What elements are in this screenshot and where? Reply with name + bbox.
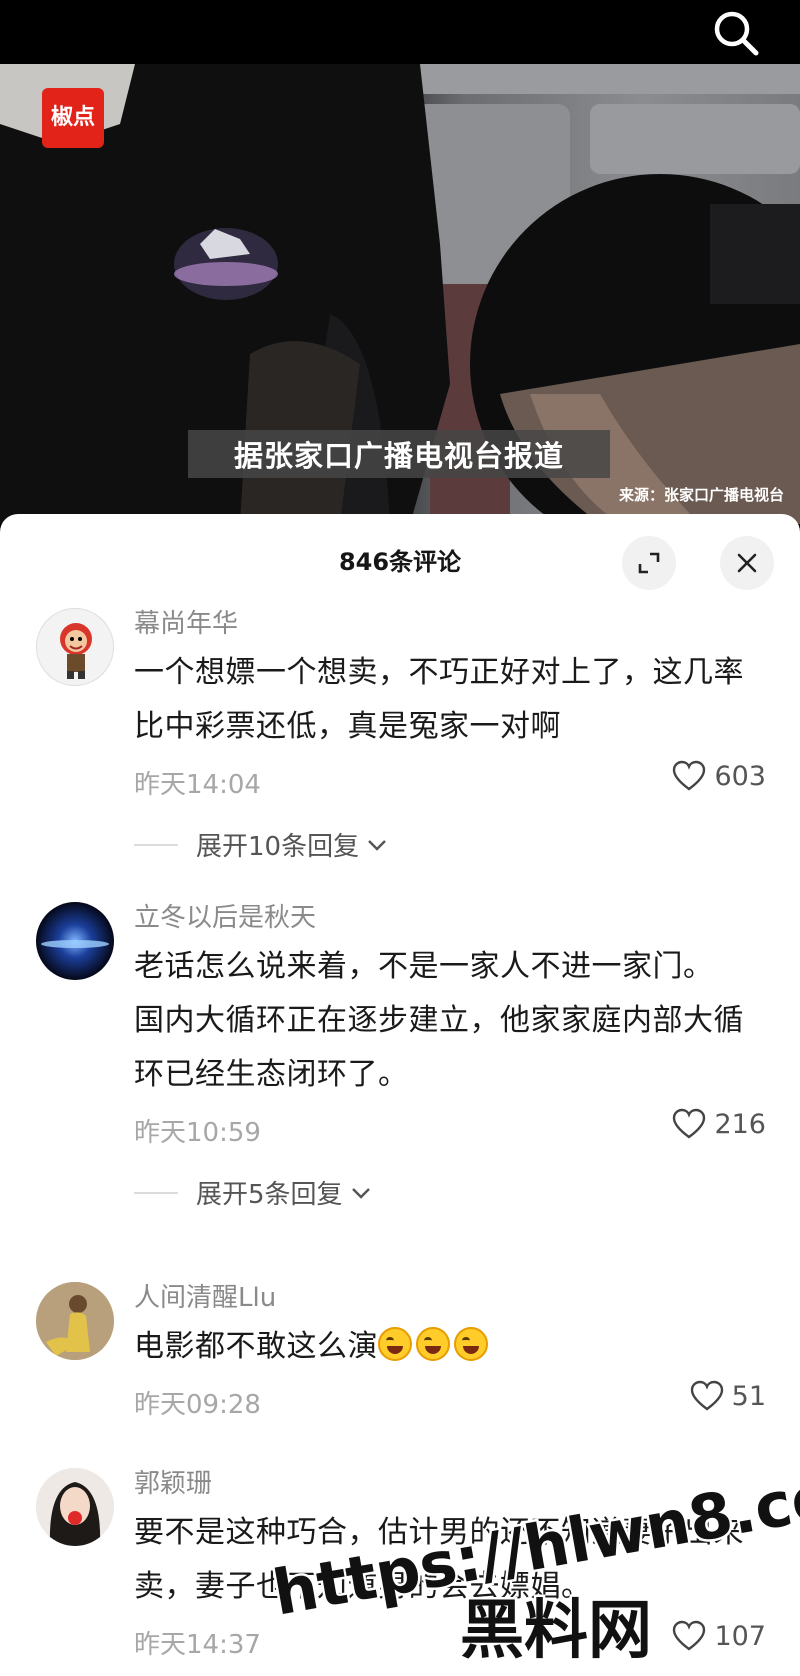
galaxy-avatar-icon [41, 940, 109, 948]
comment-text: 老话怎么说来着，不是一家人不进一家门。 [134, 949, 714, 984]
video-player[interactable]: 椒点 据张家口广播电视台报道 来源：张家口广播电视台 [0, 64, 800, 524]
comment-text: 电影都不敢这么演 [134, 1320, 766, 1374]
comment-username[interactable]: 立冬以后是秋天 [134, 900, 766, 936]
avatar[interactable] [36, 608, 114, 686]
comment-count-title: 846条评论 [338, 548, 462, 576]
sheet-header: 846条评论 [0, 514, 800, 606]
avatar[interactable] [36, 1468, 114, 1546]
comment-meta: 昨天10:59 216 [134, 1104, 766, 1156]
replies-text: 展开10条回复 [196, 832, 360, 862]
laughing-emoji-icon [378, 1327, 412, 1361]
comment-item: 郭颖珊 要不是这种巧合，估计男的还不知道妻子出来卖，妻子也不知道男的会去嫖娼。 … [0, 1466, 800, 1676]
photo-avatar-icon [36, 1282, 114, 1360]
comment-text: 一个想嫖一个想卖，不巧正好对上了，这几率比中彩票还低，真是冤家一对啊 [134, 655, 744, 744]
comment-text-body: 电影都不敢这么演 [134, 1329, 378, 1364]
chevron-down-icon [351, 1187, 370, 1199]
like-count: 51 [731, 1380, 766, 1412]
comment-time: 昨天09:28 [134, 1390, 261, 1420]
comment-username[interactable]: 郭颖珊 [134, 1466, 766, 1502]
top-bar [0, 0, 800, 64]
chevron-down-icon [368, 839, 386, 851]
heart-icon [690, 1380, 723, 1411]
comment-meta: 昨天14:37 107 [134, 1616, 766, 1668]
expand-replies-label[interactable]: 展开10条回复 [196, 826, 387, 863]
like-button[interactable]: 216 [672, 1108, 766, 1140]
comment-item: 幕尚年华 一个想嫖一个想卖，不巧正好对上了，这几率比中彩票还低，真是冤家一对啊 … [0, 606, 800, 900]
like-button[interactable]: 51 [690, 1380, 766, 1412]
comment-text: 要不是这种巧合，估计男的还不知道妻子出来卖，妻子也不知道男的会去嫖娼。 [134, 1515, 744, 1604]
photo-avatar-icon [36, 1468, 114, 1546]
avatar[interactable] [36, 902, 114, 980]
comment-username[interactable]: 幕尚年华 [134, 606, 766, 642]
replies-text: 展开5条回复 [196, 1180, 343, 1210]
avatar[interactable] [36, 1282, 114, 1360]
divider [134, 844, 178, 846]
close-icon [737, 553, 757, 573]
comment-time: 昨天14:37 [134, 1630, 261, 1660]
laughing-emoji-icon [454, 1327, 488, 1361]
cartoon-avatar-icon [60, 623, 92, 679]
video-caption: 据张家口广播电视台报道 [188, 430, 610, 478]
comment-time: 昨天14:04 [134, 770, 261, 800]
divider [134, 1192, 178, 1194]
comment-meta: 昨天09:28 51 [134, 1376, 766, 1428]
expand-replies-label[interactable]: 展开5条回复 [196, 1174, 371, 1211]
laughing-emoji-icon [416, 1327, 450, 1361]
comments-sheet: 846条评论 幕尚年华 一个想嫖一个想卖，不巧正好对上了，这几率比中彩票还低，真… [0, 514, 800, 1676]
comment-text-line2: 国内大循环正在逐步建立，他家家庭内部大循环已经生态闭环了。 [134, 1003, 744, 1092]
search-icon [714, 11, 759, 56]
comment-username[interactable]: 人间清醒Llu [134, 1280, 766, 1316]
like-button[interactable]: 603 [672, 760, 766, 792]
expand-icon [638, 552, 660, 574]
channel-logo: 椒点 [42, 88, 104, 148]
video-source: 来源：张家口广播电视台 [618, 486, 784, 504]
search-button[interactable] [710, 8, 764, 58]
expand-replies[interactable]: 展开5条回复 [134, 1162, 766, 1224]
like-count: 603 [714, 760, 766, 792]
heart-icon [673, 1620, 706, 1651]
heart-icon [673, 760, 706, 791]
close-button[interactable] [720, 536, 774, 590]
like-button[interactable]: 107 [672, 1620, 766, 1652]
comment-item: 立冬以后是秋天 老话怎么说来着，不是一家人不进一家门。 国内大循环正在逐步建立，… [0, 900, 800, 1280]
comment-item: 人间清醒Llu 电影都不敢这么演 昨天09:28 51 [0, 1280, 800, 1466]
expand-replies[interactable]: 展开10条回复 [134, 814, 766, 876]
like-count: 216 [714, 1108, 766, 1140]
expand-button[interactable] [622, 536, 676, 590]
comment-meta: 昨天14:04 603 [134, 756, 766, 808]
heart-icon [673, 1108, 706, 1139]
like-count: 107 [714, 1620, 766, 1652]
comment-time: 昨天10:59 [134, 1118, 261, 1148]
